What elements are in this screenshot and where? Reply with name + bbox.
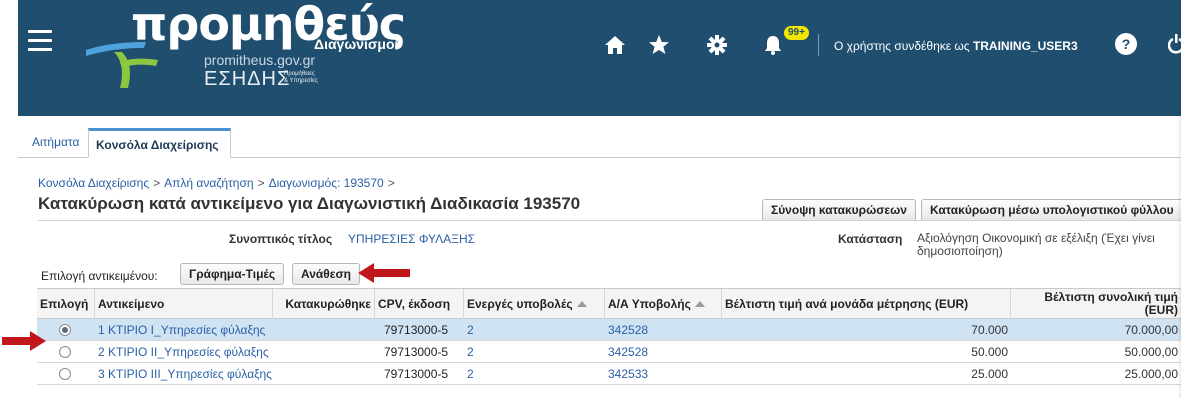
page-title: Κατακύρωση κατά αντικείμενο για Διαγωνισ… (38, 194, 581, 213)
notifications-badge[interactable]: 99+ (784, 26, 809, 40)
menu-icon[interactable] (28, 30, 52, 52)
col-bid-no[interactable]: Α/Α Υποβολής (605, 289, 722, 319)
bid-no-link[interactable]: 342528 (605, 319, 651, 341)
main-tabs: Αιτήματα Κονσόλα Διαχείρισης (18, 116, 1181, 158)
table-row[interactable]: 1 ΚΤΙΡΙΟ Ι_Υπηρεσίες φύλαξης 79713000-5 … (37, 319, 1181, 341)
col-best-unit-price: Βέλτιστη τιμή ανά μονάδα μέτρησης (EUR) (722, 289, 1011, 319)
col-item: Αντικείμενο (95, 289, 273, 319)
summary-title-value[interactable]: ΥΠΗΡΕΣΙΕΣ ΦΥΛΑΞΗΣ (348, 232, 475, 246)
annotation-arrow-icon (358, 263, 410, 283)
bell-icon[interactable] (762, 34, 784, 56)
cpv-cell: 79713000-5 (384, 323, 449, 337)
best-unit-price-cell: 70.000 (971, 323, 1008, 337)
col-select: Επιλογή (37, 289, 95, 319)
logo-org-subtitle: Προμήθειες & Υπηρεσίες (284, 71, 318, 84)
annotation-arrow-icon (2, 331, 46, 351)
col-cpv: CPV, έκδοση (375, 289, 464, 319)
col-awarded: Κατακυρώθηκε (273, 289, 375, 319)
item-link[interactable]: 2 ΚΤΙΡΙΟ ΙΙ_Υπηρεσίες φύλαξης (95, 341, 272, 363)
summary-title-label: Συνοπτικός τίτλος (229, 232, 333, 246)
star-icon[interactable] (648, 34, 670, 56)
best-total-cell: 70.000,00 (1124, 323, 1178, 337)
sort-arrow-icon[interactable] (694, 301, 705, 307)
table-header: Επιλογή Αντικείμενο Κατακυρώθηκε CPV, έκ… (37, 289, 1181, 319)
prometheus-logo[interactable]: προμηθεύς promitheus.gov.gr ΕΣΗΔΗΣ Προμή… (76, 0, 406, 112)
status-value: Αξιολόγηση Οικονομική σε εξέλιξη (Έχει γ… (917, 231, 1155, 258)
tab-admin-console[interactable]: Κονσόλα Διαχείρισης (88, 128, 231, 158)
table-row[interactable]: 3 ΚΤΙΡΙΟ ΙΙΙ_Υπηρεσίες φύλαξης 79713000-… (37, 363, 1181, 385)
awarded-cell (273, 319, 375, 341)
item-link[interactable]: 1 ΚΤΙΡΙΟ Ι_Υπηρεσίες φύλαξης (95, 319, 268, 341)
breadcrumb-admin-console[interactable]: Κονσόλα Διαχείρισης (38, 176, 149, 190)
awarded-cell (273, 363, 375, 385)
logo-org: ΕΣΗΔΗΣ (204, 68, 291, 90)
bid-no-link[interactable]: 342528 (605, 341, 651, 363)
tab-requests[interactable]: Αιτήματα (32, 128, 79, 158)
table-row[interactable]: 2 ΚΤΙΡΙΟ ΙΙ_Υπηρεσίες φύλαξης 79713000-5… (37, 341, 1181, 363)
logo-url: promitheus.gov.gr (204, 52, 316, 68)
home-icon[interactable] (604, 34, 626, 56)
header-separator (818, 34, 819, 56)
active-bids-link[interactable]: 2 (464, 363, 477, 385)
active-bids-link[interactable]: 2 (464, 319, 477, 341)
awards-summary-button[interactable]: Σύνοψη κατακυρώσεων (762, 199, 916, 221)
status-label: Κατάσταση (838, 232, 903, 246)
page-edge-shadow (1177, 0, 1181, 398)
title-divider (38, 220, 1181, 221)
price-chart-button[interactable]: Γράφημα-Τιμές (180, 263, 285, 285)
breadcrumb-simple-search[interactable]: Απλή αναζήτηση (164, 176, 253, 190)
awarded-cell (273, 341, 375, 363)
best-unit-price-cell: 25.000 (971, 367, 1008, 381)
col-best-total: Βέλτιστη συνολική τιμή (EUR) (1044, 290, 1178, 317)
sort-arrow-icon[interactable] (576, 301, 587, 307)
row-radio[interactable] (59, 368, 71, 380)
cpv-cell: 79713000-5 (384, 345, 449, 359)
best-total-cell: 50.000,00 (1124, 345, 1178, 359)
col-active-bids[interactable]: Ενεργές υποβολές (464, 289, 605, 319)
breadcrumb-tender[interactable]: Διαγωνισμός: 193570 (269, 176, 384, 190)
item-selection-label: Επιλογή αντικειμένου: (41, 269, 158, 283)
items-table: Επιλογή Αντικείμενο Κατακυρώθηκε CPV, έκ… (37, 288, 1181, 385)
best-total-cell: 25.000,00 (1124, 367, 1178, 381)
user-name: TRAINING_USER3 (972, 39, 1078, 53)
row-radio[interactable] (59, 346, 71, 358)
assign-button[interactable]: Ανάθεση (292, 263, 360, 285)
best-unit-price-cell: 50.000 (971, 345, 1008, 359)
row-radio[interactable] (59, 324, 71, 336)
breadcrumb: Κονσόλα Διαχείρισης > Απλή αναζήτηση > Διαγω… (38, 176, 395, 190)
help-icon[interactable]: ? (1115, 33, 1137, 55)
gear-icon[interactable] (706, 34, 728, 56)
spreadsheet-award-button[interactable]: Κατακύρωση μέσω υπολογιστικού φύλλου (921, 199, 1181, 221)
bid-no-link[interactable]: 342533 (605, 363, 651, 385)
logged-in-user: Ο χρήστης συνδέθηκε ως TRAINING_USER3 (834, 39, 1078, 53)
app-header: προμηθεύς promitheus.gov.gr ΕΣΗΔΗΣ Προμή… (18, 0, 1181, 116)
item-link[interactable]: 3 ΚΤΙΡΙΟ ΙΙΙ_Υπηρεσίες φύλαξης (95, 363, 275, 385)
cpv-cell: 79713000-5 (384, 367, 449, 381)
app-title: Διαγωνισμοί (314, 36, 399, 52)
active-bids-link[interactable]: 2 (464, 341, 477, 363)
